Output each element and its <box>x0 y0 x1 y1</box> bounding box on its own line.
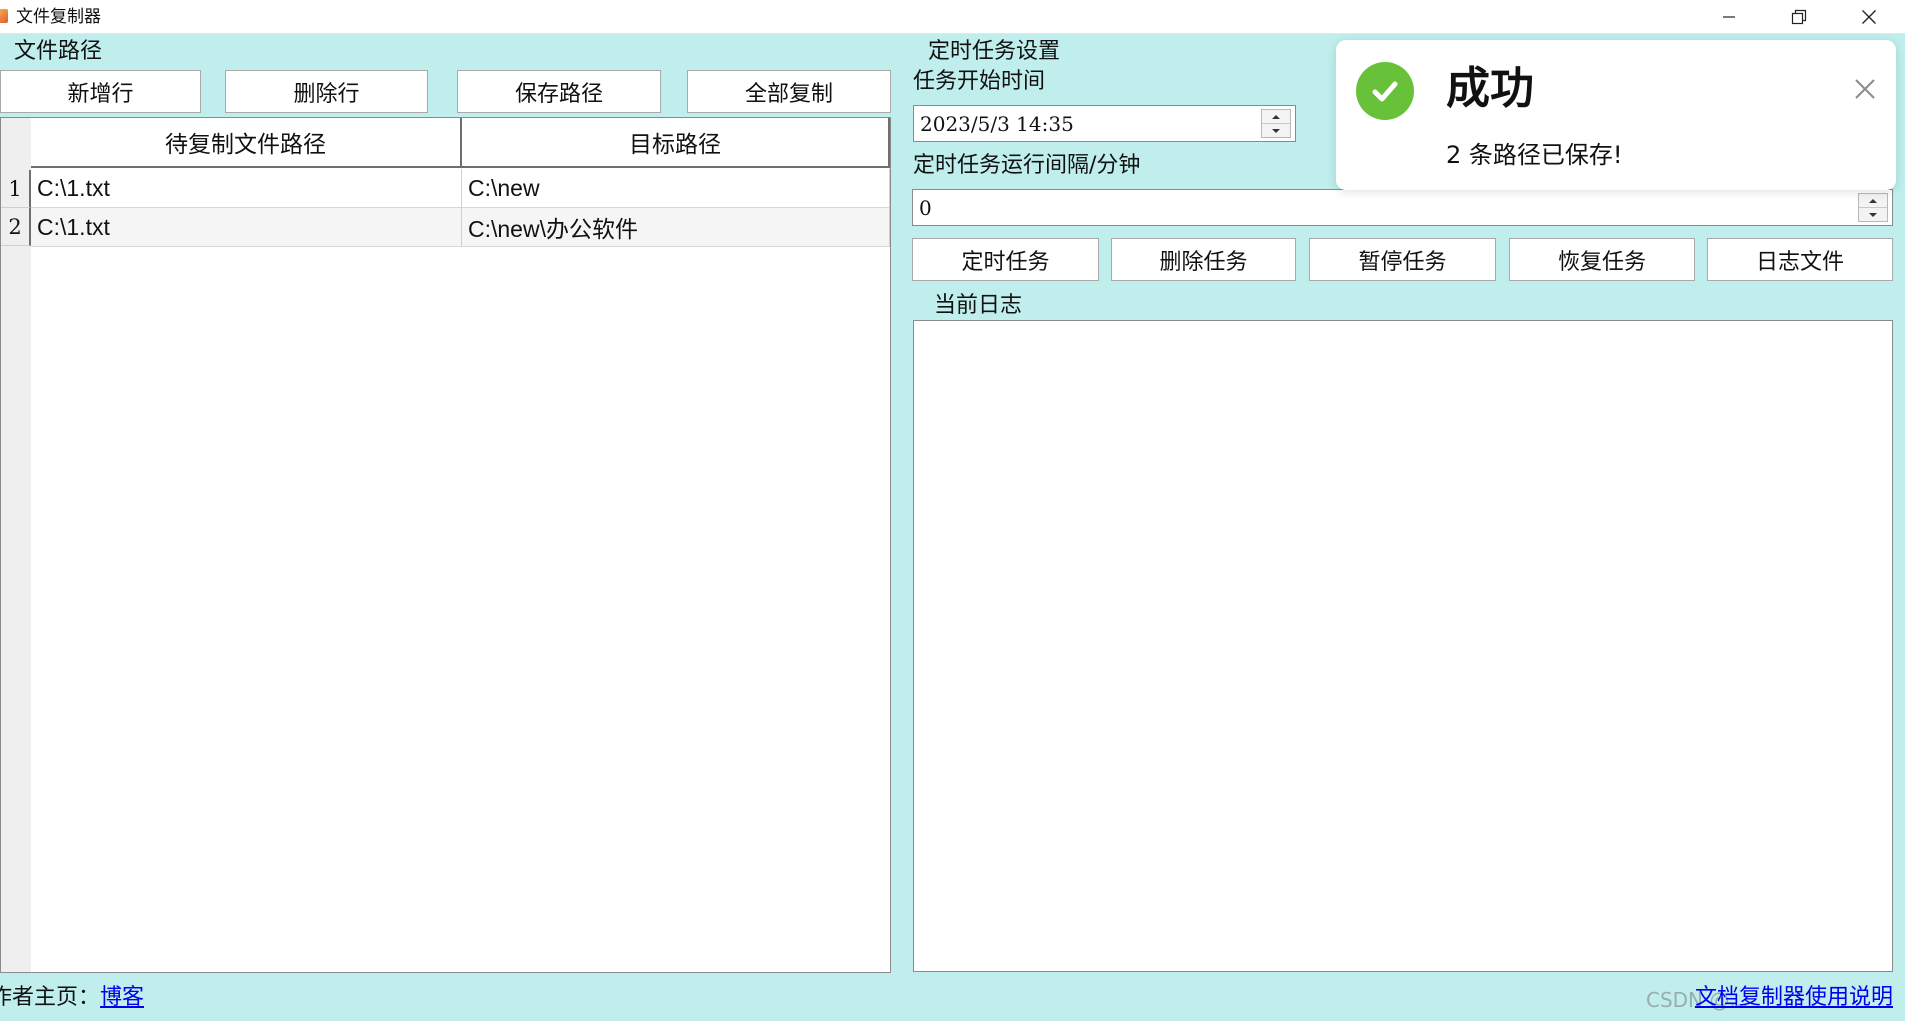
check-circle-icon <box>1356 62 1414 120</box>
restore-icon <box>1791 9 1807 25</box>
log-textarea[interactable] <box>913 320 1893 972</box>
restore-button[interactable] <box>1764 0 1834 34</box>
title-bar: 文件复制器 <box>0 0 1905 34</box>
target-path-cell[interactable]: C:\new\办公软件 <box>462 208 890 247</box>
blog-link[interactable]: 博客 <box>100 985 144 1010</box>
spin-up-icon[interactable] <box>1262 110 1290 124</box>
interval-spinner[interactable] <box>1858 193 1888 222</box>
column-header-target[interactable]: 目标路径 <box>462 118 890 168</box>
start-time-label: 任务开始时间 <box>913 69 1046 94</box>
start-time-value: 2023/5/3 14:35 <box>920 111 1074 136</box>
save-paths-button[interactable]: 保存路径 <box>457 70 661 113</box>
toast-message: 2 条路径已保存! <box>1446 141 1623 169</box>
copy-all-button[interactable]: 全部复制 <box>687 70 891 113</box>
pause-task-button[interactable]: 暂停任务 <box>1309 238 1496 281</box>
toast-close-button[interactable] <box>1850 74 1880 104</box>
window-title: 文件复制器 <box>16 7 101 27</box>
target-path-cell[interactable]: C:\new <box>462 169 890 208</box>
toast-title: 成功 <box>1446 63 1534 114</box>
success-toast: 成功 2 条路径已保存! <box>1336 40 1896 190</box>
delete-row-button[interactable]: 删除行 <box>225 70 428 113</box>
close-icon <box>1855 79 1875 99</box>
resume-task-button[interactable]: 恢复任务 <box>1509 238 1695 281</box>
spin-up-icon[interactable] <box>1859 194 1887 208</box>
row-number[interactable]: 2 <box>1 208 31 246</box>
source-path-cell[interactable]: C:\1.txt <box>31 208 462 247</box>
author-label: 作者主页： <box>0 985 101 1010</box>
column-header-source[interactable]: 待复制文件路径 <box>31 118 462 168</box>
interval-label: 定时任务运行间隔/分钟 <box>913 153 1141 178</box>
app-icon <box>0 9 8 23</box>
minimize-icon <box>1723 16 1735 18</box>
author-homepage: 作者主页：博客 <box>0 983 144 1013</box>
start-time-spinner[interactable] <box>1261 109 1291 138</box>
close-window-button[interactable] <box>1834 0 1904 34</box>
source-path-cell[interactable]: C:\1.txt <box>31 169 462 208</box>
spin-down-icon[interactable] <box>1859 208 1887 222</box>
start-time-input[interactable]: 2023/5/3 14:35 <box>913 105 1296 142</box>
spin-down-icon[interactable] <box>1262 124 1290 138</box>
schedule-group-title: 定时任务设置 <box>928 39 1061 64</box>
minimize-button[interactable] <box>1694 0 1764 34</box>
interval-value: 0 <box>919 195 932 220</box>
add-row-button[interactable]: 新增行 <box>0 70 201 113</box>
row-header-strip <box>1 118 31 972</box>
row-number[interactable]: 1 <box>1 170 31 208</box>
close-icon <box>1862 10 1876 24</box>
file-paths-group-title: 文件路径 <box>14 39 103 64</box>
help-doc-link[interactable]: 文档复制器使用说明 <box>1695 983 1893 1013</box>
delete-task-button[interactable]: 删除任务 <box>1111 238 1296 281</box>
schedule-task-button[interactable]: 定时任务 <box>912 238 1099 281</box>
log-file-button[interactable]: 日志文件 <box>1707 238 1893 281</box>
current-log-title: 当前日志 <box>934 293 1023 318</box>
interval-input[interactable]: 0 <box>912 189 1893 226</box>
paths-table[interactable]: 待复制文件路径 目标路径 1 C:\1.txt C:\new 2 C:\1.tx… <box>0 117 891 973</box>
